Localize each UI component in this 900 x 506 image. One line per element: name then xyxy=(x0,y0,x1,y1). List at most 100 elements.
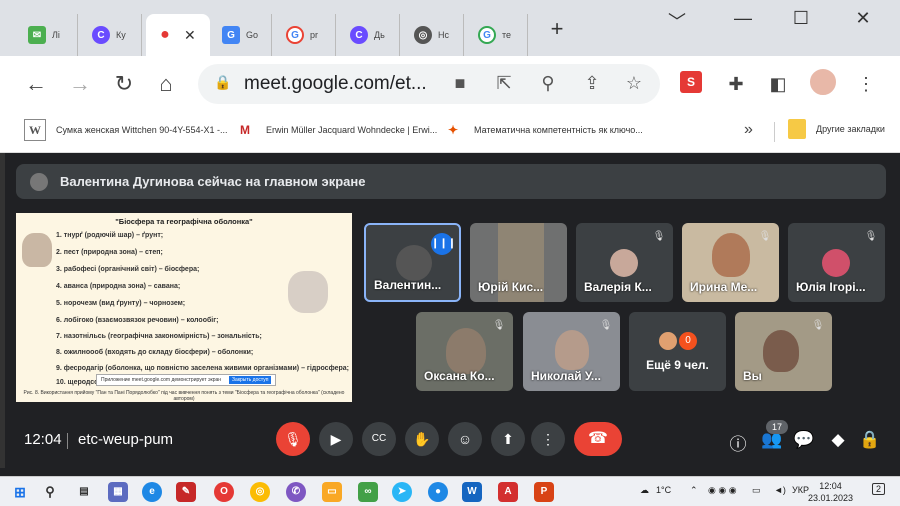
calculator-icon[interactable]: ▦ xyxy=(108,482,128,502)
participant-tile[interactable]: 🎙 Оксана Ко... xyxy=(416,312,513,391)
raise-hand-button[interactable]: ✋ xyxy=(405,422,439,456)
edge-icon[interactable]: e xyxy=(142,482,162,502)
forward-button[interactable]: → xyxy=(66,70,94,98)
url-text[interactable]: meet.google.com/et... xyxy=(244,73,427,95)
share-icon[interactable]: ⇪ xyxy=(580,73,604,94)
bookmarks-overflow-button[interactable]: » xyxy=(744,121,753,139)
tab-chrome[interactable]: ◎ Нс xyxy=(404,14,464,56)
meeting-info-icon[interactable]: ⓘ xyxy=(726,430,750,455)
shared-screen[interactable]: "Біосфера та географічна оболонка" 1. тн… xyxy=(16,213,352,402)
extensions-icon[interactable]: ✚ xyxy=(722,70,750,98)
present-button[interactable]: ⬆ xyxy=(491,422,525,456)
participant-tile[interactable]: Юрій Кис... xyxy=(470,223,567,302)
file-explorer-icon[interactable]: ▭ xyxy=(322,482,342,502)
weather-icon[interactable]: ☁ xyxy=(640,485,649,496)
slide-title: "Біосфера та географічна оболонка" xyxy=(115,217,253,226)
participant-tile[interactable]: 🎙 Николай У... xyxy=(523,312,620,391)
tab-canva-2[interactable]: C Дь xyxy=(340,14,400,56)
tab-search-button[interactable]: ﹀ xyxy=(662,8,692,34)
task-view-icon[interactable]: ▤ xyxy=(74,482,94,502)
tab-mail[interactable]: ✉ Лі xyxy=(18,14,78,56)
mic-toggle-button[interactable]: 🎙 xyxy=(276,422,310,456)
tab-canva[interactable]: C Ку xyxy=(82,14,142,56)
network-icon[interactable]: ▭ xyxy=(752,485,761,496)
powerpoint-icon[interactable]: P xyxy=(534,482,554,502)
system-clock[interactable]: 12:04 23.01.2023 xyxy=(808,480,853,504)
participant-tile[interactable]: 🎙 Юлія Ігорі... xyxy=(788,223,885,302)
word-icon[interactable]: W xyxy=(462,482,482,502)
stop-sharing-button[interactable]: Закрыть доступ xyxy=(229,376,272,384)
side-panel-icon[interactable]: ◧ xyxy=(764,70,792,98)
bookmark-star-icon[interactable]: ☆ xyxy=(622,73,646,94)
koala-icon xyxy=(22,233,52,267)
telegram-icon[interactable]: ➤ xyxy=(392,482,412,502)
media-icon[interactable]: ● xyxy=(428,482,448,502)
more-options-button[interactable]: ⋮ xyxy=(531,422,565,456)
close-window-button[interactable]: ✕ xyxy=(848,8,878,29)
app-icon[interactable]: ∞ xyxy=(358,482,378,502)
temperature: 1°C xyxy=(656,485,672,495)
tab-google-pr[interactable]: G pr xyxy=(276,14,336,56)
tab-close-icon[interactable]: ✕ xyxy=(184,27,196,44)
participant-avatar xyxy=(396,245,432,281)
opera-icon[interactable]: O xyxy=(214,482,234,502)
camera-toggle-button[interactable]: ▶ xyxy=(319,422,353,456)
acrobat-icon[interactable]: A xyxy=(498,482,518,502)
volume-icon[interactable]: ◄) xyxy=(774,485,786,495)
koala-illustration xyxy=(288,271,328,313)
clock-time: 12:04 xyxy=(819,481,842,491)
bookmark-item[interactable]: M Erwin Müller Jacquard Wohndecke | Erwi… xyxy=(234,119,437,141)
activities-icon[interactable]: ◆ xyxy=(826,430,850,450)
mail-icon: ✉ xyxy=(28,26,46,44)
participant-tile[interactable]: 🎙 Ирина Ме... xyxy=(682,223,779,302)
maximize-button[interactable]: ☐ xyxy=(786,8,816,29)
divider xyxy=(774,122,775,142)
tab-label: Нс xyxy=(438,30,449,40)
chrome-taskbar-icon[interactable]: ◎ xyxy=(250,482,270,502)
self-tile[interactable]: 🎙 Вы xyxy=(735,312,832,391)
back-button[interactable]: ← xyxy=(22,70,50,98)
address-bar[interactable]: 🔒 meet.google.com/et... ■ ⇱ ⚲ ⇪ ☆ xyxy=(198,64,660,104)
paint-icon[interactable]: ✎ xyxy=(176,482,196,502)
windows-start-icon[interactable]: ⊞ xyxy=(10,482,30,502)
host-controls-icon[interactable]: 🔒 xyxy=(858,430,882,450)
google-icon: G xyxy=(478,26,496,44)
tray-apps-icon[interactable]: ◉ ◉ ◉ xyxy=(708,485,737,496)
profile-avatar[interactable] xyxy=(808,67,838,97)
more-participants-tile[interactable]: 0 Ещё 9 чел. xyxy=(629,312,726,391)
mic-off-icon: 🎙 xyxy=(652,231,666,242)
tab-strip: ✉ Лі C Ку ● ✕ G Go G pr C Дь ◎ Нс G те +… xyxy=(0,0,900,56)
bookmark-w-icon: W xyxy=(24,119,46,141)
tab-meet-active[interactable]: ● ✕ xyxy=(146,14,210,56)
camera-icon[interactable]: ■ xyxy=(448,73,472,94)
extension-s-icon[interactable]: S xyxy=(680,71,702,93)
viber-icon[interactable]: ✆ xyxy=(286,482,306,502)
captions-button[interactable]: CC xyxy=(362,422,396,456)
language-indicator[interactable]: УКР xyxy=(792,485,809,495)
tray-overflow-icon[interactable]: ⌃ xyxy=(690,485,698,496)
participant-avatar xyxy=(659,332,677,350)
tab-label: Лі xyxy=(52,30,60,40)
tab-google-te[interactable]: G те xyxy=(468,14,528,56)
participant-tile[interactable]: 🎙 Валерія К... xyxy=(576,223,673,302)
new-tab-button[interactable]: + xyxy=(542,16,572,42)
tab-google-translate[interactable]: G Go xyxy=(212,14,272,56)
popup-text: Приложение meet.google.com демонстрирует… xyxy=(101,377,222,383)
zoom-icon[interactable]: ⚲ xyxy=(536,73,560,94)
hang-up-button[interactable]: ☎ xyxy=(574,422,622,456)
participant-tile[interactable]: ❙❙❙ Валентин... xyxy=(364,223,461,302)
open-external-icon[interactable]: ⇱ xyxy=(492,73,516,94)
reload-button[interactable]: ↻ xyxy=(110,70,138,98)
bookmark-item[interactable]: W Сумка женская Wittchen 90-4Y-554-X1 -.… xyxy=(24,119,227,141)
other-bookmarks[interactable]: Другие закладки xyxy=(788,119,885,139)
browser-window: ✉ Лі C Ку ● ✕ G Go G pr C Дь ◎ Нс G те +… xyxy=(0,0,900,153)
bookmark-item[interactable]: ✦ Математична компетентність як ключо... xyxy=(442,119,643,141)
emoji-button[interactable]: ☺ xyxy=(448,422,482,456)
menu-icon[interactable]: ⋮ xyxy=(852,70,880,98)
canva-icon: C xyxy=(92,26,110,44)
minimize-button[interactable]: — xyxy=(728,8,758,29)
search-icon[interactable]: ⚲ xyxy=(40,482,60,502)
chat-icon[interactable]: 💬 xyxy=(792,430,816,450)
home-button[interactable]: ⌂ xyxy=(152,70,180,98)
notifications-button[interactable]: 2 xyxy=(872,483,886,495)
